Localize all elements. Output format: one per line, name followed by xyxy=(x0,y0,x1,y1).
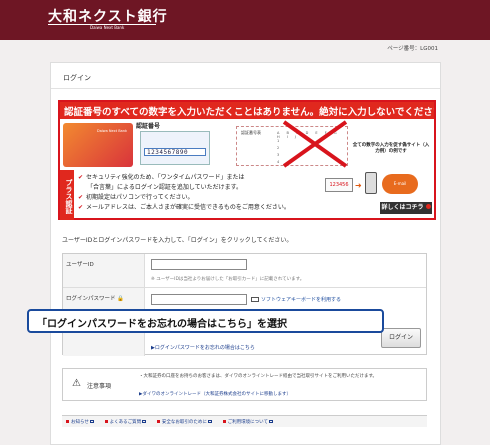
external-link-icon xyxy=(207,420,212,423)
external-link-icon xyxy=(89,420,94,423)
footer-link-faq[interactable]: よくあるご質問 xyxy=(104,420,147,425)
security-banner: 認証番号のすべての数字を入力いただくことはありません。絶対に入力しないでください… xyxy=(58,100,436,220)
daiwa-online-link[interactable]: ▶ダイワのオンライントレード（大和証券株式会社のサイトに移動します） xyxy=(139,391,291,397)
check-icon: ✔ xyxy=(78,204,84,211)
bank-card-image: Daiwa Next Bank xyxy=(63,123,133,167)
caution-text: ・大和証券の口座をお持ちのお客さまは、ダイワのオンライントレード経由で当社取引サ… xyxy=(139,374,378,379)
banner-headline: 認証番号のすべての数字を入力いただくことはありません。絶対に入力しないでください… xyxy=(60,102,434,119)
arrow-circle-icon xyxy=(425,204,431,209)
keyboard-icon xyxy=(251,297,259,302)
footer-link-environment[interactable]: ご利用環境について xyxy=(222,420,274,425)
email-icon: E-mail xyxy=(382,174,418,194)
login-panel: ログイン 認証番号のすべての数字を入力いただくことはありません。絶対に入力しない… xyxy=(50,62,441,445)
userid-note: ※ ユーザーIDは当社よりお届けした「お取引カード」に記載されています。 xyxy=(151,277,305,282)
footer-link-security[interactable]: 安全なお取引のために xyxy=(156,420,212,425)
list-item: 「合言葉」によるログイン認証を追加していただけます。 xyxy=(87,184,243,191)
arrow-right-icon: ➜ xyxy=(355,181,362,190)
software-keyboard-link[interactable]: ソフトウェアキーボードを利用する xyxy=(251,296,341,303)
bank-logo[interactable]: 大和ネクスト銀行 xyxy=(48,6,168,26)
caution-title: 注意事項 xyxy=(87,383,112,390)
footer-links: お知らせ よくあるご質問 安全なお取引のために ご利用環境について xyxy=(62,415,427,427)
plus-auth-tag: プラス認証 xyxy=(60,170,74,220)
otp-label: 認証番号 xyxy=(136,123,161,130)
userid-label: ユーザーID xyxy=(63,254,145,287)
bullet-icon xyxy=(222,420,226,423)
bullet-icon xyxy=(66,420,69,423)
check-icon: ✔ xyxy=(78,194,84,201)
external-link-icon xyxy=(142,420,147,423)
lock-icon: 🔒 xyxy=(117,296,125,302)
instruction-callout: 「ログインパスワードをお忘れの場合はこちら」を選択 xyxy=(27,309,384,333)
list-item: ✔ メールアドレスは、ご本人さまが確実に受信できるものをご用意ください。 xyxy=(78,204,290,211)
external-link-icon xyxy=(269,420,274,423)
bullet-icon xyxy=(104,420,108,423)
userid-input[interactable] xyxy=(151,259,247,270)
page-title: ログイン xyxy=(51,63,440,89)
list-item: ✔ セキュリティ強化のため、「ワンタイムパスワード」または xyxy=(78,174,245,181)
caution-box: ⚠ 注意事項 ・大和証券の口座をお持ちのお客さまは、ダイワのオンライントレード経… xyxy=(62,368,427,401)
details-button[interactable]: 詳しくはコチラ xyxy=(380,202,432,214)
bullet-icon xyxy=(156,420,160,423)
userid-row: ユーザーID ※ ユーザーIDは当社よりお届けした「お取引カード」に記載されてい… xyxy=(63,254,426,288)
otp-value: 1234567890 xyxy=(144,148,206,156)
login-button[interactable]: ログイン xyxy=(381,328,421,348)
cross-mark-icon xyxy=(282,120,348,168)
card-brand: Daiwa Next Bank xyxy=(97,129,127,133)
grid-label: 認証番号表 xyxy=(241,130,261,135)
warning-icon: ⚠ xyxy=(72,378,81,389)
page-number: ページ番号：LG001 xyxy=(387,46,438,52)
logo-subtitle: Daiwa Next Bank xyxy=(90,25,125,30)
header-bar: 大和ネクスト銀行 Daiwa Next Bank xyxy=(0,0,490,40)
login-form: ユーザーID ※ ユーザーIDは当社よりお届けした「お取引カード」に記載されてい… xyxy=(62,253,427,356)
otp-card-icon: 123456 xyxy=(325,178,353,192)
footer-link-news[interactable]: お知らせ xyxy=(66,420,94,425)
password-input[interactable] xyxy=(151,294,247,305)
instruction-text: ユーザーIDとログインパスワードを入力して、「ログイン」をクリックしてください。 xyxy=(62,237,293,244)
forgot-password-link[interactable]: ▶ログインパスワードをお忘れの場合はこちら xyxy=(151,344,255,351)
list-item: ✔ 初期設定はパソコンで行ってください。 xyxy=(78,194,194,201)
feature-list: ✔ セキュリティ強化のため、「ワンタイムパスワード」または 「合言葉」によるログイ… xyxy=(78,173,290,213)
smartphone-icon xyxy=(365,172,377,194)
fake-site-note: 全ての数字の入力を促す偽サイト（入力例）の例です xyxy=(352,143,430,154)
check-icon: ✔ xyxy=(78,174,84,181)
